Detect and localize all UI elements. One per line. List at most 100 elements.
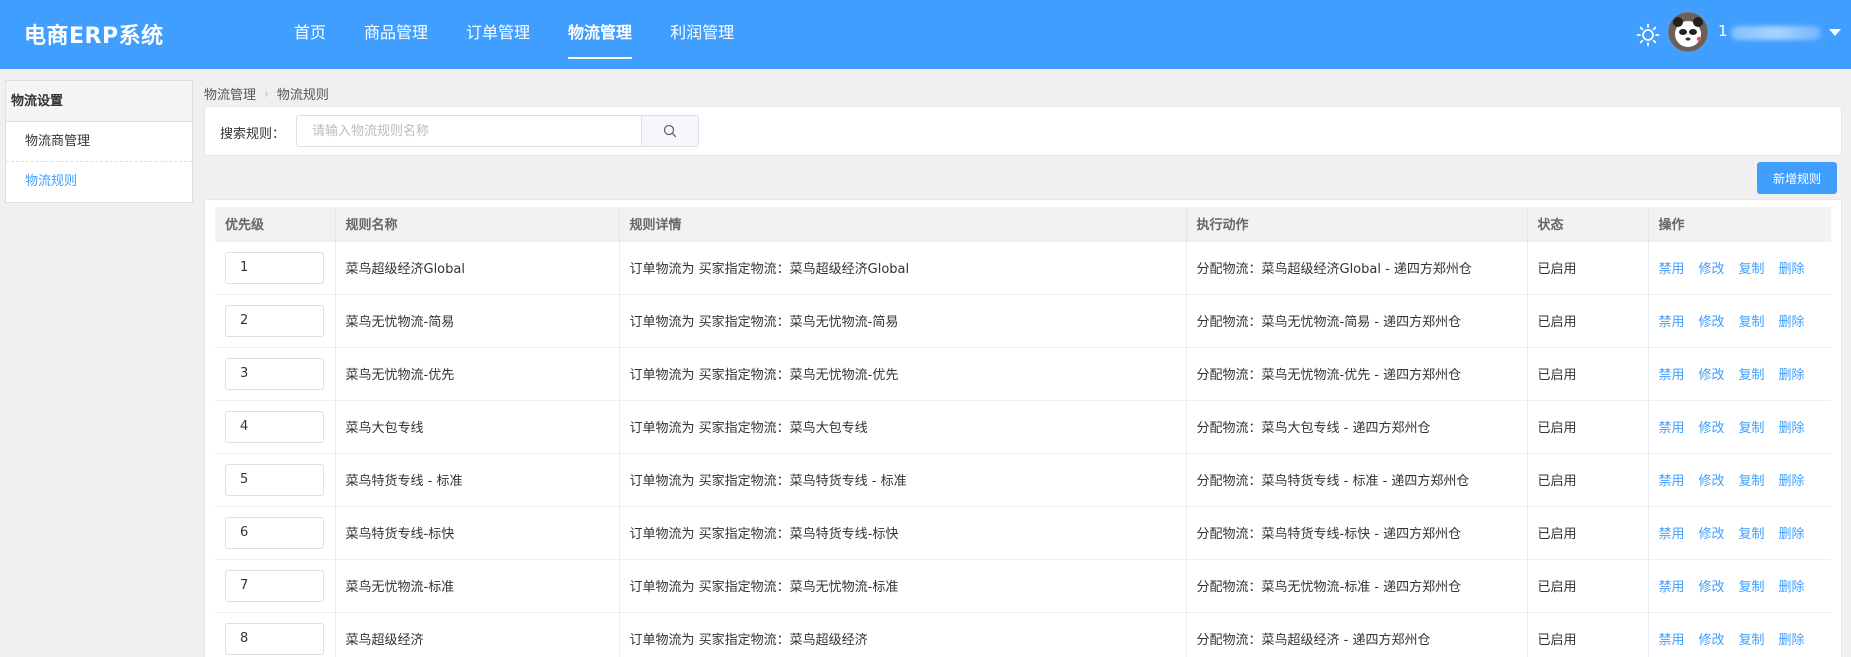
disable-button[interactable]: 禁用 — [1659, 315, 1685, 330]
column-header-action[interactable]: 执行动作 — [1186, 207, 1528, 241]
edit-button[interactable]: 修改 — [1699, 580, 1725, 595]
disable-button[interactable]: 禁用 — [1659, 262, 1685, 277]
copy-button[interactable]: 复制 — [1739, 580, 1765, 595]
sun-icon[interactable] — [1636, 23, 1660, 47]
nav-item-products[interactable]: 商品管理 — [345, 0, 447, 69]
priority-cell — [215, 452, 336, 506]
disable-button[interactable]: 禁用 — [1659, 580, 1685, 595]
search-label: 搜索规则： — [220, 127, 286, 142]
edit-button[interactable]: 修改 — [1699, 633, 1725, 648]
operations-cell: 禁用 修改 复制 删除 — [1648, 611, 1831, 657]
priority-cell — [215, 293, 336, 347]
main-nav: 首页 商品管理 订单管理 物流管理 利润管理 — [275, 0, 753, 69]
status-cell: 已启用 — [1527, 399, 1649, 453]
column-header-name[interactable]: 规则名称 — [335, 207, 620, 241]
breadcrumb-item-rules: 物流规则 — [276, 88, 329, 103]
avatar[interactable] — [1668, 12, 1708, 52]
priority-input[interactable] — [225, 622, 324, 655]
rule-detail-cell: 订单物流为 买家指定物流：菜鸟大包专线 — [619, 399, 1187, 453]
table-header-row: 优先级 规则名称 规则详情 执行动作 状态 操作 — [215, 207, 1831, 241]
search-button[interactable] — [641, 115, 699, 147]
sidebar-item-logistics-rules[interactable]: 物流规则 — [6, 162, 192, 202]
copy-button[interactable]: 复制 — [1739, 421, 1765, 436]
delete-button[interactable]: 删除 — [1779, 262, 1805, 277]
copy-button[interactable]: 复制 — [1739, 368, 1765, 383]
operations-cell: 禁用 修改 复制 删除 — [1648, 293, 1831, 347]
priority-input[interactable] — [225, 410, 324, 443]
search-icon — [663, 124, 677, 138]
delete-button[interactable]: 删除 — [1779, 474, 1805, 489]
chevron-right-icon: › — [264, 86, 269, 101]
priority-cell — [215, 399, 336, 453]
priority-input[interactable] — [225, 569, 324, 602]
nav-item-logistics[interactable]: 物流管理 — [549, 0, 651, 69]
breadcrumb-item-logistics[interactable]: 物流管理 — [204, 84, 256, 103]
operations-cell: 禁用 修改 复制 删除 — [1648, 346, 1831, 400]
disable-button[interactable]: 禁用 — [1659, 368, 1685, 383]
priority-input[interactable] — [225, 516, 324, 549]
nav-item-orders[interactable]: 订单管理 — [447, 0, 549, 69]
priority-input[interactable] — [225, 357, 324, 390]
edit-button[interactable]: 修改 — [1699, 527, 1725, 542]
top-header: 电商ERP系统 首页 商品管理 订单管理 物流管理 利润管理 1 — [0, 0, 1851, 69]
table-row: 菜鸟超级经济订单物流为 买家指定物流：菜鸟超级经济分配物流：菜鸟超级经济 - 递… — [215, 611, 1831, 657]
search-input[interactable] — [296, 115, 641, 147]
operations-cell: 禁用 修改 复制 删除 — [1648, 399, 1831, 453]
edit-button[interactable]: 修改 — [1699, 315, 1725, 330]
nav-item-home[interactable]: 首页 — [275, 0, 345, 69]
disable-button[interactable]: 禁用 — [1659, 527, 1685, 542]
delete-button[interactable]: 删除 — [1779, 580, 1805, 595]
column-header-detail[interactable]: 规则详情 — [619, 207, 1187, 241]
brand-title: 电商ERP系统 — [24, 24, 164, 49]
delete-button[interactable]: 删除 — [1779, 633, 1805, 648]
rule-name-cell: 菜鸟特货专线-标快 — [335, 505, 620, 559]
copy-button[interactable]: 复制 — [1739, 315, 1765, 330]
rule-action-cell: 分配物流：菜鸟特货专线-标快 - 递四方郑州仓 — [1186, 505, 1528, 559]
nav-item-profit[interactable]: 利润管理 — [651, 0, 753, 69]
rule-action-cell: 分配物流：菜鸟无忧物流-简易 - 递四方郑州仓 — [1186, 293, 1528, 347]
edit-button[interactable]: 修改 — [1699, 474, 1725, 489]
delete-button[interactable]: 删除 — [1779, 421, 1805, 436]
delete-button[interactable]: 删除 — [1779, 527, 1805, 542]
disable-button[interactable]: 禁用 — [1659, 474, 1685, 489]
delete-button[interactable]: 删除 — [1779, 315, 1805, 330]
rule-name-cell: 菜鸟特货专线 - 标准 — [335, 452, 620, 506]
priority-input[interactable] — [225, 304, 324, 337]
table-row: 菜鸟无忧物流-标准订单物流为 买家指定物流：菜鸟无忧物流-标准分配物流：菜鸟无忧… — [215, 558, 1831, 612]
copy-button[interactable]: 复制 — [1739, 262, 1765, 277]
chevron-down-icon[interactable] — [1829, 29, 1841, 36]
edit-button[interactable]: 修改 — [1699, 421, 1725, 436]
rule-action-cell: 分配物流：菜鸟超级经济Global - 递四方郑州仓 — [1186, 240, 1528, 294]
column-header-status[interactable]: 状态 — [1527, 207, 1649, 241]
rule-name-cell: 菜鸟无忧物流-标准 — [335, 558, 620, 612]
disable-button[interactable]: 禁用 — [1659, 421, 1685, 436]
table-row: 菜鸟大包专线订单物流为 买家指定物流：菜鸟大包专线分配物流：菜鸟大包专线 - 递… — [215, 399, 1831, 453]
edit-button[interactable]: 修改 — [1699, 262, 1725, 277]
priority-input[interactable] — [225, 463, 324, 496]
sidebar-item-carrier-management[interactable]: 物流商管理 — [6, 122, 192, 162]
sidebar-title: 物流设置 — [6, 81, 192, 122]
copy-button[interactable]: 复制 — [1739, 527, 1765, 542]
priority-input[interactable] — [225, 251, 324, 284]
panda-avatar-icon — [1668, 12, 1708, 52]
operations-cell: 禁用 修改 复制 删除 — [1648, 505, 1831, 559]
rule-detail-cell: 订单物流为 买家指定物流：菜鸟无忧物流-简易 — [619, 293, 1187, 347]
copy-button[interactable]: 复制 — [1739, 633, 1765, 648]
priority-cell — [215, 558, 336, 612]
priority-cell — [215, 240, 336, 294]
edit-button[interactable]: 修改 — [1699, 368, 1725, 383]
add-rule-button[interactable]: 新增规则 — [1757, 162, 1837, 194]
disable-button[interactable]: 禁用 — [1659, 633, 1685, 648]
rule-detail-cell: 订单物流为 买家指定物流：菜鸟无忧物流-标准 — [619, 558, 1187, 612]
operations-cell: 禁用 修改 复制 删除 — [1648, 558, 1831, 612]
delete-button[interactable]: 删除 — [1779, 368, 1805, 383]
breadcrumb: 物流管理 › 物流规则 — [204, 84, 329, 104]
copy-button[interactable]: 复制 — [1739, 474, 1765, 489]
sidebar: 物流设置 物流商管理 物流规则 — [5, 80, 193, 203]
user-name[interactable]: 1 — [1718, 22, 1728, 40]
rule-action-cell: 分配物流：菜鸟超级经济 - 递四方郑州仓 — [1186, 611, 1528, 657]
column-header-priority[interactable]: 优先级 — [215, 207, 336, 241]
status-cell: 已启用 — [1527, 452, 1649, 506]
rule-detail-cell: 订单物流为 买家指定物流：菜鸟特货专线 - 标准 — [619, 452, 1187, 506]
operations-cell: 禁用 修改 复制 删除 — [1648, 452, 1831, 506]
